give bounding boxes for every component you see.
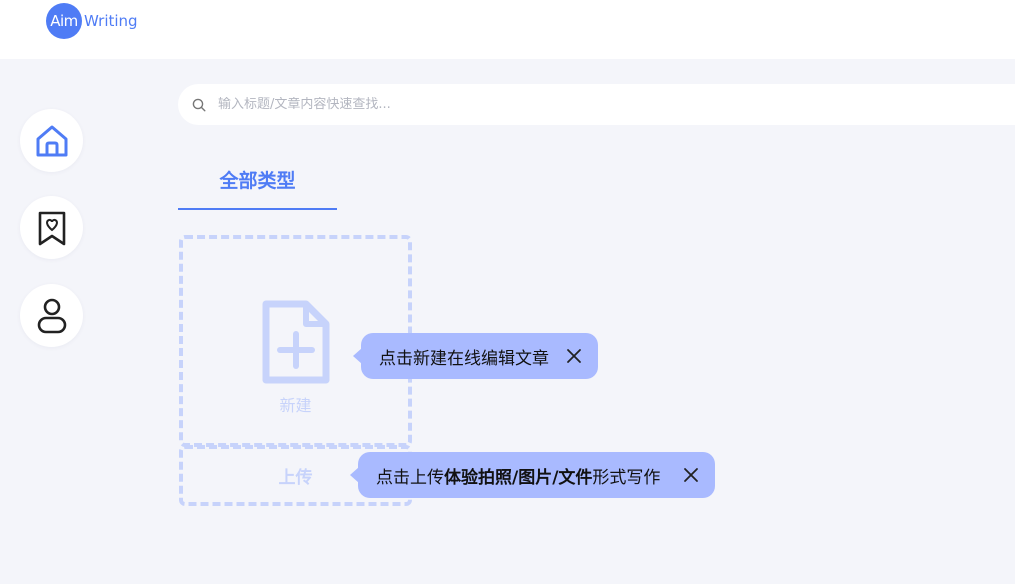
bookmark-heart-icon [38, 211, 65, 245]
new-tooltip: 点击新建在线编辑文章 [353, 333, 598, 379]
upload-tooltip-suffix: 形式写作 [592, 467, 661, 488]
sidebar-item-profile[interactable] [20, 284, 83, 347]
logo-text: Writing [84, 12, 138, 30]
upload-tooltip: 点击上传体验拍照/图片/文件形式写作 [350, 452, 715, 498]
upload-tooltip-text: 点击上传体验拍照/图片/文件形式写作 [376, 463, 660, 488]
close-icon[interactable] [683, 467, 699, 483]
sidebar-item-favorites[interactable] [20, 196, 83, 259]
upload-tooltip-prefix: 点击上传 [376, 467, 444, 488]
upload-card-label: 上传 [278, 468, 313, 488]
close-icon[interactable] [566, 348, 582, 364]
user-icon [37, 298, 66, 333]
logo[interactable]: Aim Writing [46, 2, 138, 40]
upload-tooltip-emphasis: 体验拍照/图片/文件 [444, 467, 593, 488]
new-tooltip-text: 点击新建在线编辑文章 [379, 348, 549, 369]
top-bar: Aim Writing [0, 0, 1015, 59]
new-file-icon [262, 300, 330, 384]
new-card-label: 新建 [279, 396, 312, 415]
logo-badge: Aim [46, 3, 82, 39]
tab-all-types[interactable]: 全部类型 [178, 160, 337, 210]
search-icon [192, 98, 206, 112]
search-input[interactable] [218, 97, 918, 112]
sidebar-item-home[interactable] [20, 109, 83, 172]
search-bar[interactable] [178, 84, 1015, 125]
home-icon [36, 125, 67, 156]
